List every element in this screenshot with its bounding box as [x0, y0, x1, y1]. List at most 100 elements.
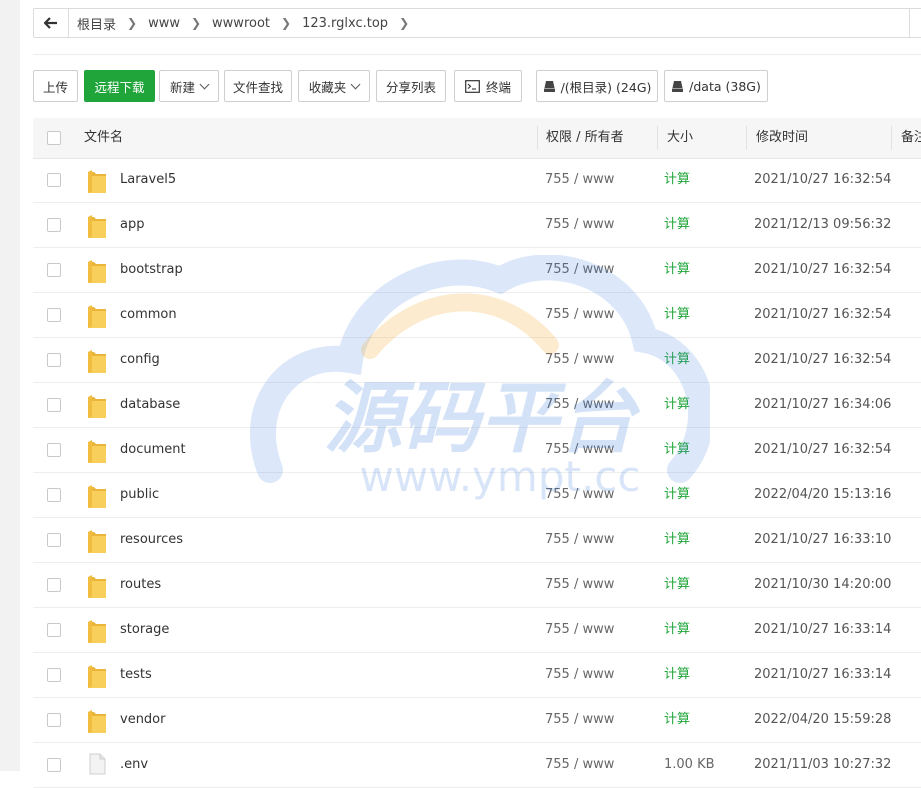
table-row[interactable]: app 755 / www 计算 2021/12/13 09:56:32: [33, 203, 921, 248]
select-all-checkbox[interactable]: [47, 131, 61, 145]
disk-root-button[interactable]: /(根目录) (24G): [536, 70, 658, 102]
remote-download-label: 远程下载: [94, 79, 145, 95]
calculate-size-link[interactable]: 计算: [664, 203, 690, 247]
calculate-size-link[interactable]: 计算: [664, 338, 690, 382]
row-checkbox[interactable]: [47, 488, 61, 502]
file-name[interactable]: document: [120, 428, 186, 472]
table-row[interactable]: database 755 / www 计算 2021/10/27 16:34:06: [33, 383, 921, 428]
header-filename[interactable]: 文件名: [84, 118, 123, 158]
terminal-button[interactable]: 终端: [454, 70, 522, 102]
table-row[interactable]: common 755 / www 计算 2021/10/27 16:32:54: [33, 293, 921, 338]
favorites-dropdown-button[interactable]: 收藏夹: [298, 70, 370, 102]
row-checkbox[interactable]: [47, 398, 61, 412]
file-permission[interactable]: 755 / www: [545, 203, 614, 247]
file-permission[interactable]: 755 / www: [545, 158, 614, 202]
table-row[interactable]: document 755 / www 计算 2021/10/27 16:32:54: [33, 428, 921, 473]
row-checkbox[interactable]: [47, 668, 61, 682]
calculate-size-link[interactable]: 计算: [664, 608, 690, 652]
file-permission[interactable]: 755 / www: [545, 653, 614, 697]
table-row[interactable]: resources 755 / www 计算 2021/10/27 16:33:10: [33, 518, 921, 563]
breadcrumb-item-wwwroot[interactable]: wwwroot: [212, 16, 270, 31]
table-row[interactable]: Laravel5 755 / www 计算 2021/10/27 16:32:54: [33, 158, 921, 203]
row-checkbox[interactable]: [47, 263, 61, 277]
file-name[interactable]: vendor: [120, 698, 165, 742]
row-checkbox[interactable]: [47, 758, 61, 772]
file-name[interactable]: config: [120, 338, 160, 382]
file-name[interactable]: public: [120, 473, 159, 517]
file-name[interactable]: common: [120, 293, 177, 337]
row-checkbox[interactable]: [47, 443, 61, 457]
file-permission[interactable]: 755 / www: [545, 698, 614, 742]
row-checkbox[interactable]: [47, 533, 61, 547]
file-permission[interactable]: 755 / www: [545, 743, 614, 787]
breadcrumb-item-root[interactable]: 根目录: [77, 14, 116, 33]
calculate-size-link[interactable]: 计算: [664, 293, 690, 337]
file-name[interactable]: Laravel5: [120, 158, 176, 202]
table-row[interactable]: public 755 / www 计算 2022/04/20 15:13:16: [33, 473, 921, 518]
row-checkbox[interactable]: [47, 218, 61, 232]
new-dropdown-button[interactable]: 新建: [159, 70, 219, 102]
disk-data-button[interactable]: /data (38G): [664, 70, 768, 102]
folder-icon: [87, 395, 107, 419]
file-mtime: 2021/12/13 09:56:32: [754, 217, 892, 232]
header-mtime[interactable]: 修改时间: [756, 118, 808, 158]
file-permission[interactable]: 755 / www: [545, 473, 614, 517]
table-row[interactable]: vendor 755 / www 计算 2022/04/20 15:59:28: [33, 698, 921, 743]
file-name[interactable]: database: [120, 383, 180, 427]
chevron-right-icon: ❯: [190, 16, 202, 30]
calculate-size-link[interactable]: 计算: [664, 563, 690, 607]
file-name[interactable]: storage: [120, 608, 169, 652]
path-bar-extra[interactable]: [909, 9, 921, 37]
calculate-size-link[interactable]: 计算: [664, 698, 690, 742]
back-button[interactable]: [34, 9, 69, 37]
header-size[interactable]: 大小: [667, 118, 693, 158]
table-row[interactable]: config 755 / www 计算 2021/10/27 16:32:54: [33, 338, 921, 383]
terminal-label: 终端: [485, 79, 511, 95]
breadcrumb-item-www[interactable]: www: [148, 16, 180, 31]
file-permission[interactable]: 755 / www: [545, 608, 614, 652]
calculate-size-link[interactable]: 计算: [664, 473, 690, 517]
file-permission[interactable]: 755 / www: [545, 563, 614, 607]
file-name[interactable]: tests: [120, 653, 152, 697]
folder-icon: [87, 440, 107, 464]
calculate-size-link[interactable]: 计算: [664, 248, 690, 292]
table-row[interactable]: .env 755 / www 1.00 KB 2021/11/03 10:27:32: [33, 743, 921, 788]
header-permission[interactable]: 权限 / 所有者: [546, 118, 624, 158]
row-checkbox[interactable]: [47, 713, 61, 727]
upload-button[interactable]: 上传: [33, 70, 78, 102]
chevron-down-icon: [350, 79, 361, 89]
row-checkbox[interactable]: [47, 623, 61, 637]
row-checkbox[interactable]: [47, 578, 61, 592]
row-checkbox[interactable]: [47, 173, 61, 187]
calculate-size-link[interactable]: 计算: [664, 518, 690, 562]
file-permission[interactable]: 755 / www: [545, 518, 614, 562]
share-list-button[interactable]: 分享列表: [376, 70, 446, 102]
file-search-button[interactable]: 文件查找: [224, 70, 292, 102]
table-row[interactable]: storage 755 / www 计算 2021/10/27 16:33:14: [33, 608, 921, 653]
table-row[interactable]: bootstrap 755 / www 计算 2021/10/27 16:32:54: [33, 248, 921, 293]
file-name[interactable]: app: [120, 203, 144, 247]
table-row[interactable]: tests 755 / www 计算 2021/10/27 16:33:14: [33, 653, 921, 698]
file-name[interactable]: resources: [120, 518, 183, 562]
file-name[interactable]: bootstrap: [120, 248, 183, 292]
row-checkbox[interactable]: [47, 308, 61, 322]
table-row[interactable]: routes 755 / www 计算 2021/10/30 14:20:00: [33, 563, 921, 608]
file-permission[interactable]: 755 / www: [545, 248, 614, 292]
row-checkbox[interactable]: [47, 353, 61, 367]
file-name[interactable]: routes: [120, 563, 161, 607]
column-divider: [746, 126, 747, 150]
disk-icon: [672, 80, 684, 92]
calculate-size-link[interactable]: 计算: [664, 653, 690, 697]
remote-download-button[interactable]: 远程下载: [84, 70, 155, 102]
calculate-size-link[interactable]: 计算: [664, 158, 690, 202]
breadcrumb-item-site[interactable]: 123.rglxc.top: [302, 16, 388, 31]
file-permission[interactable]: 755 / www: [545, 293, 614, 337]
header-remark[interactable]: 备注: [901, 118, 921, 158]
file-permission[interactable]: 755 / www: [545, 383, 614, 427]
file-mtime: 2021/10/30 14:20:00: [754, 577, 892, 592]
calculate-size-link[interactable]: 计算: [664, 383, 690, 427]
file-permission[interactable]: 755 / www: [545, 338, 614, 382]
calculate-size-link[interactable]: 计算: [664, 428, 690, 472]
file-name[interactable]: .env: [120, 743, 148, 787]
file-permission[interactable]: 755 / www: [545, 428, 614, 472]
